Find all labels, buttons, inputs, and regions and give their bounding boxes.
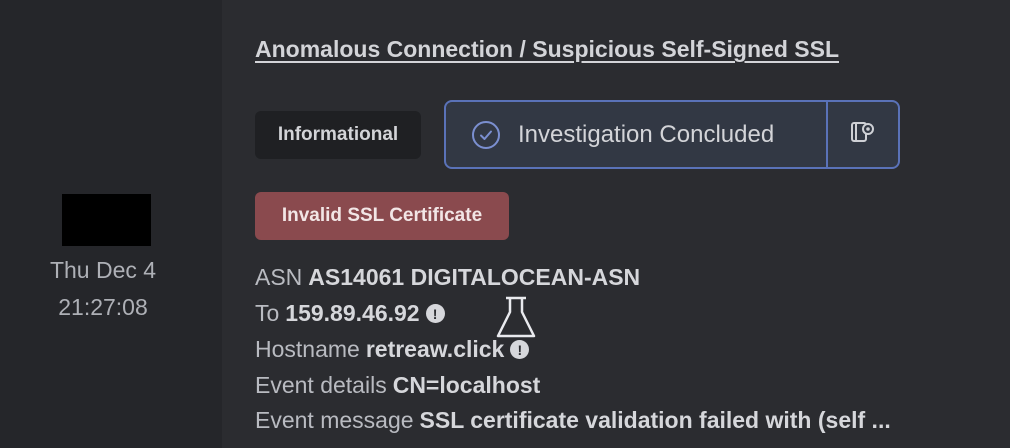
event-details-row: Event details CN=localhost	[255, 372, 540, 399]
hostname-label: Hostname	[255, 336, 360, 362]
event-time: 21:27:08	[58, 294, 148, 320]
status-settings-button[interactable]	[828, 102, 898, 167]
status-button[interactable]: Investigation Concluded	[446, 102, 826, 167]
status-label: Investigation Concluded	[518, 120, 775, 148]
event-title-link[interactable]: Anomalous Connection / Suspicious Self-S…	[255, 36, 839, 63]
hostname-row: Hostname retreaw.click !	[255, 336, 530, 363]
event-message-value: SSL certificate validation failed with (…	[419, 407, 891, 433]
invalid-ssl-tag[interactable]: Invalid SSL Certificate	[255, 192, 509, 240]
check-circle-icon	[472, 120, 500, 149]
event-detail-panel: Anomalous Connection / Suspicious Self-S…	[222, 0, 1010, 448]
redacted-block	[62, 194, 151, 246]
asn-label: ASN	[255, 264, 303, 290]
flask-icon[interactable]	[494, 296, 538, 340]
severity-badge: Informational	[255, 111, 421, 159]
event-message-label: Event message	[255, 407, 414, 433]
info-icon[interactable]: !	[510, 340, 530, 359]
settings-book-icon	[849, 118, 877, 151]
to-label: To	[255, 300, 280, 326]
event-message-row: Event message SSL certificate validation…	[255, 407, 891, 434]
event-details-label: Event details	[255, 372, 387, 398]
event-details-value: CN=localhost	[392, 372, 541, 398]
info-icon[interactable]: !	[425, 304, 445, 323]
hostname-value[interactable]: retreaw.click	[366, 336, 505, 363]
to-value[interactable]: 159.89.46.92	[285, 300, 419, 327]
asn-row: ASN AS14061 DIGITALOCEAN-ASN	[255, 264, 640, 291]
asn-value: AS14061 DIGITALOCEAN-ASN	[308, 264, 641, 290]
timestamp-column: Thu Dec 4 21:27:08	[0, 0, 222, 448]
destination-row: To 159.89.46.92 !	[255, 300, 445, 327]
event-date: Thu Dec 4	[49, 257, 157, 283]
investigation-status-control[interactable]: Investigation Concluded	[444, 100, 900, 169]
